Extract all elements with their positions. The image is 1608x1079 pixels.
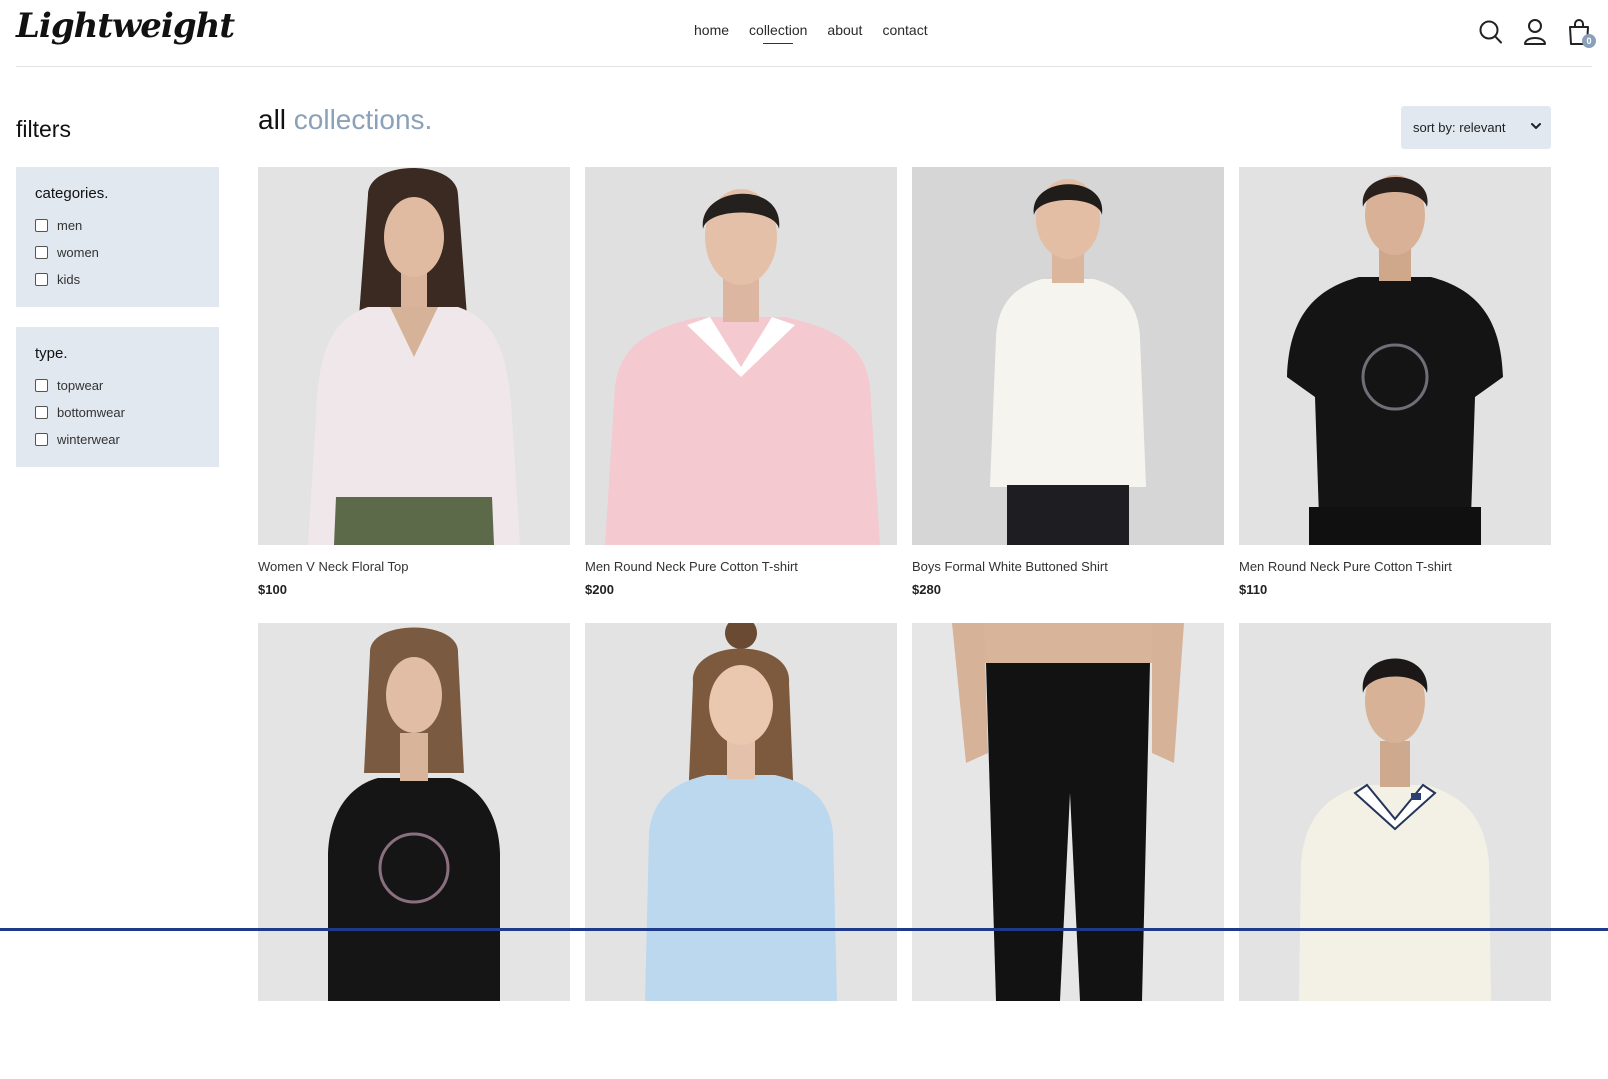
type-title: type. bbox=[35, 345, 68, 362]
product-card[interactable] bbox=[1239, 623, 1551, 1079]
checkbox[interactable] bbox=[35, 219, 48, 232]
user-icon[interactable] bbox=[1522, 18, 1548, 46]
page-title: all collections. bbox=[258, 104, 432, 136]
product-price: $100 bbox=[258, 582, 287, 597]
brand-logo[interactable]: Lightweight bbox=[16, 6, 235, 46]
categories-filter: categories. men women kids bbox=[16, 167, 219, 307]
page-title-accent: collections. bbox=[293, 104, 433, 135]
filter-option-kids[interactable]: kids bbox=[35, 266, 200, 293]
checkbox[interactable] bbox=[35, 406, 48, 419]
product-name[interactable]: Men Round Neck Pure Cotton T-shirt bbox=[585, 559, 897, 574]
product-image[interactable] bbox=[912, 167, 1224, 545]
product-card[interactable]: Boys Formal White Buttoned Shirt $280 bbox=[912, 167, 1224, 623]
filter-option-women[interactable]: women bbox=[35, 239, 200, 266]
header-actions: 0 bbox=[1478, 18, 1596, 48]
product-image[interactable] bbox=[258, 167, 570, 545]
product-card[interactable]: Men Round Neck Pure Cotton T-shirt $110 bbox=[1239, 167, 1551, 623]
product-price: $110 bbox=[1239, 582, 1268, 597]
cart-count-badge: 0 bbox=[1582, 34, 1596, 48]
page-title-main: all bbox=[258, 104, 287, 135]
nav-contact[interactable]: contact bbox=[882, 22, 927, 44]
product-name[interactable]: Boys Formal White Buttoned Shirt bbox=[912, 559, 1224, 574]
nav-about[interactable]: about bbox=[827, 22, 862, 44]
checkbox[interactable] bbox=[35, 246, 48, 259]
sort-label: sort by: relevant bbox=[1413, 120, 1506, 135]
product-card[interactable] bbox=[912, 623, 1224, 1079]
product-name[interactable]: Men Round Neck Pure Cotton T-shirt bbox=[1239, 559, 1551, 574]
nav-collection[interactable]: collection bbox=[749, 22, 807, 44]
product-image[interactable] bbox=[912, 623, 1224, 1001]
cart-icon[interactable]: 0 bbox=[1566, 18, 1596, 48]
bottom-border bbox=[0, 928, 1608, 931]
product-price: $280 bbox=[912, 582, 941, 597]
filter-option-topwear[interactable]: topwear bbox=[35, 372, 200, 399]
filter-option-men[interactable]: men bbox=[35, 212, 200, 239]
filter-option-bottomwear[interactable]: bottomwear bbox=[35, 399, 200, 426]
product-card[interactable]: Men Round Neck Pure Cotton T-shirt $200 bbox=[585, 167, 897, 623]
product-image[interactable] bbox=[585, 167, 897, 545]
filters-title: filters bbox=[16, 116, 71, 142]
checkbox[interactable] bbox=[35, 433, 48, 446]
categories-title: categories. bbox=[35, 185, 109, 202]
product-card[interactable] bbox=[585, 623, 897, 1079]
checkbox[interactable] bbox=[35, 273, 48, 286]
main-nav: home collection about contact bbox=[694, 22, 928, 44]
product-price: $200 bbox=[585, 582, 614, 597]
product-image[interactable] bbox=[1239, 167, 1551, 545]
product-image[interactable] bbox=[258, 623, 570, 1001]
product-card[interactable] bbox=[258, 623, 570, 1079]
nav-home[interactable]: home bbox=[694, 22, 729, 44]
product-image[interactable] bbox=[1239, 623, 1551, 1001]
product-image[interactable] bbox=[585, 623, 897, 1001]
search-icon[interactable] bbox=[1478, 18, 1504, 46]
product-name[interactable]: Women V Neck Floral Top bbox=[258, 559, 570, 574]
chevron-down-icon bbox=[1531, 123, 1541, 129]
site-header: Lightweight home collection about contac… bbox=[16, 0, 1596, 67]
checkbox[interactable] bbox=[35, 379, 48, 392]
type-filter: type. topwear bottomwear winterwear bbox=[16, 327, 219, 467]
filter-option-winterwear[interactable]: winterwear bbox=[35, 426, 200, 453]
product-grid: Women V Neck Floral Top $100 Men Round N… bbox=[258, 167, 1551, 1079]
product-card[interactable]: Women V Neck Floral Top $100 bbox=[258, 167, 570, 623]
sort-select[interactable]: sort by: relevant bbox=[1401, 106, 1551, 149]
